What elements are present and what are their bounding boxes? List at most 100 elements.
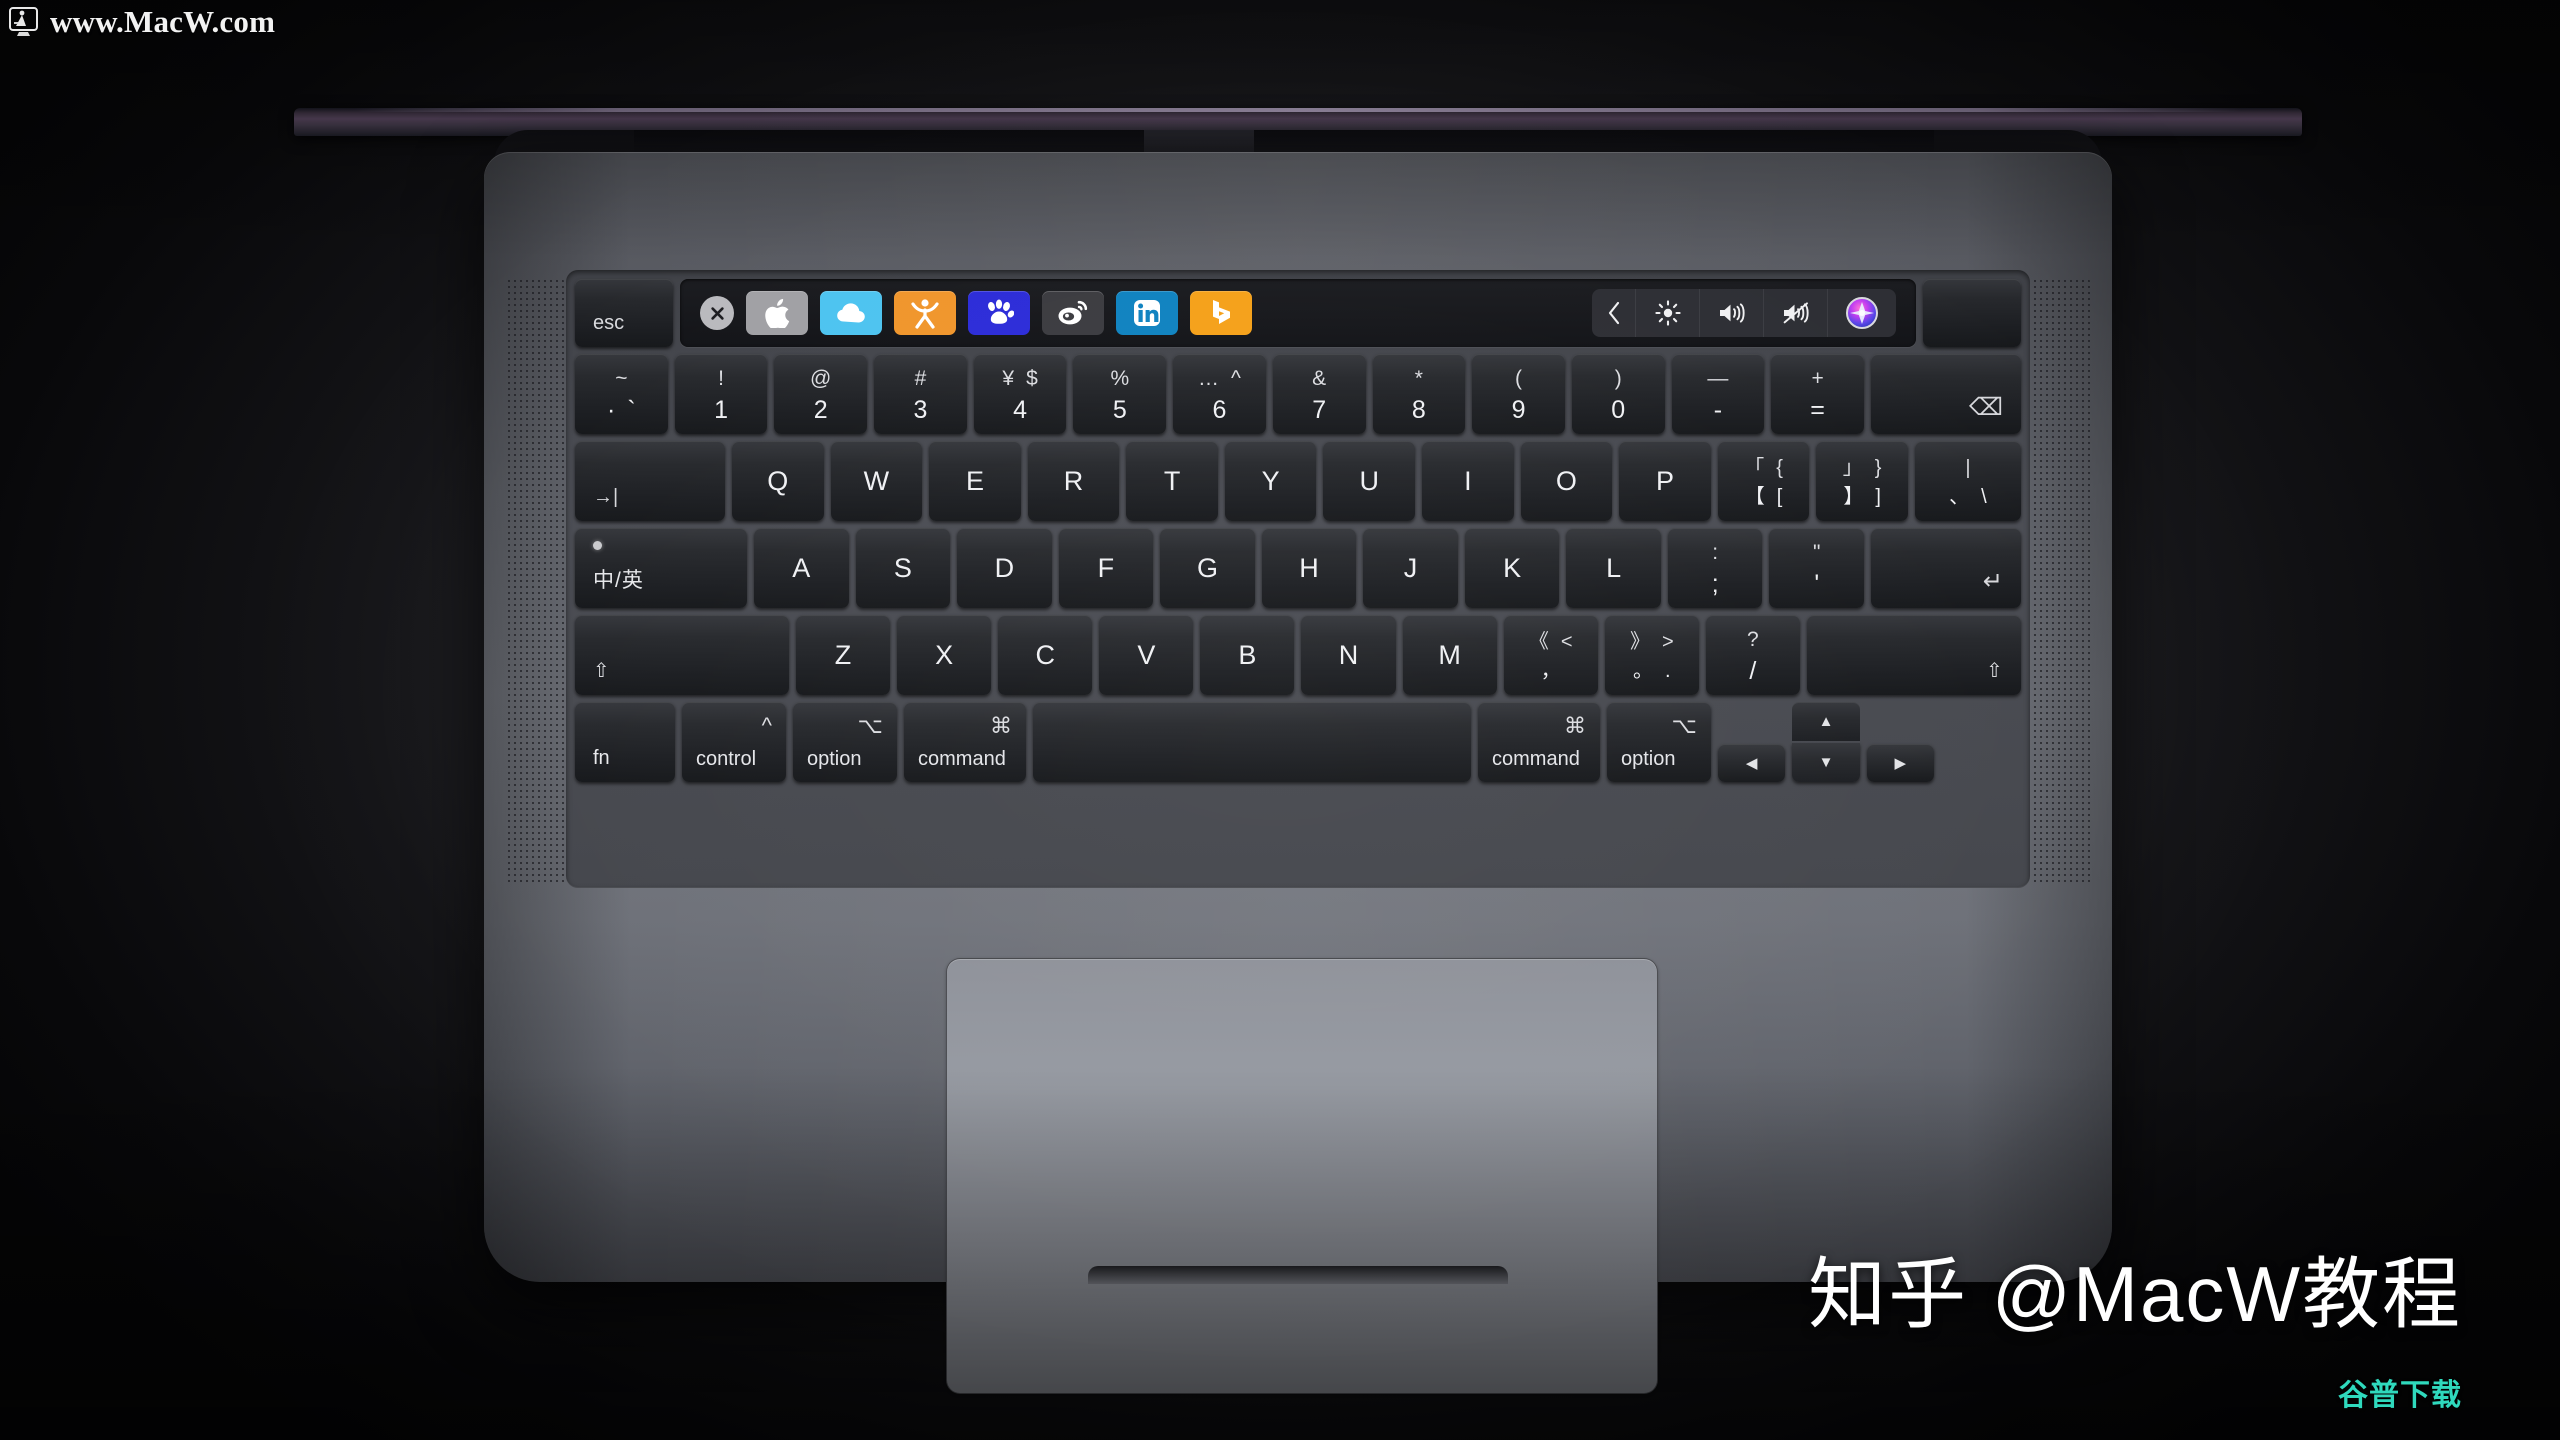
key-l[interactable]: L bbox=[1566, 528, 1661, 608]
key-v[interactable]: V bbox=[1099, 615, 1194, 695]
key-4[interactable]: ¥ $ 4 bbox=[973, 354, 1067, 434]
key-slash-shift: ? bbox=[1747, 627, 1759, 651]
speaker-grille-left bbox=[506, 278, 564, 886]
home-row: 中/英 A S D F G H J K L : ; " ' ↵ bbox=[575, 528, 2022, 608]
weibo-icon bbox=[1058, 300, 1088, 325]
key-q[interactable]: Q bbox=[732, 441, 824, 521]
number-row: ~ · ` ! 1 @ 2 # 3 ¥ $ 4 % 5 … ^ 6 & 7 * … bbox=[575, 354, 2021, 434]
key-8-shift: * bbox=[1414, 366, 1423, 390]
key-r[interactable]: R bbox=[1027, 441, 1120, 521]
key-command-left-label: command bbox=[918, 748, 1006, 770]
key-shift-right[interactable]: ⇧ bbox=[1806, 615, 2021, 695]
key-caps-lock[interactable]: 中/英 bbox=[575, 528, 747, 608]
touchbar-app-linkedin[interactable] bbox=[1116, 291, 1178, 335]
key-return[interactable]: ↵ bbox=[1871, 528, 2022, 608]
key-2-shift: @ bbox=[810, 366, 832, 390]
key-b[interactable]: B bbox=[1200, 615, 1295, 695]
touchbar-app-cloud[interactable] bbox=[820, 291, 882, 335]
shift-row: ⇧ Z X C V B N M 《 < ， 》 > 。. ? / ⇧ bbox=[575, 615, 2021, 695]
key-arrow-right[interactable]: ▶ bbox=[1866, 744, 1934, 782]
key-e[interactable]: E bbox=[929, 441, 1021, 521]
key-s[interactable]: S bbox=[855, 528, 951, 608]
key-bracket-left[interactable]: 「 { 【 [ bbox=[1717, 441, 1810, 521]
key-minus[interactable]: — - bbox=[1671, 354, 1765, 434]
key-arrow-down[interactable]: ▼ bbox=[1792, 743, 1860, 782]
key-t[interactable]: T bbox=[1126, 441, 1218, 521]
key-5[interactable]: % 5 bbox=[1073, 354, 1167, 434]
key-bracket-right[interactable]: 」} 】] bbox=[1816, 441, 1908, 521]
key-equal[interactable]: + = bbox=[1771, 354, 1864, 434]
key-backslash[interactable]: | 、 \ bbox=[1914, 441, 2021, 521]
touchbar-app-bing[interactable] bbox=[1190, 291, 1252, 335]
key-f[interactable]: F bbox=[1058, 528, 1154, 608]
touchbar-volume-up-button[interactable] bbox=[1700, 289, 1764, 337]
key-backtick[interactable]: ~ · ` bbox=[575, 354, 668, 434]
key-a[interactable]: A bbox=[754, 528, 849, 608]
key-8[interactable]: * 8 bbox=[1372, 354, 1466, 434]
key-touchid-power[interactable] bbox=[1923, 279, 2021, 347]
key-k[interactable]: K bbox=[1464, 528, 1560, 608]
key-w[interactable]: W bbox=[830, 441, 923, 521]
touchbar-siri-button[interactable] bbox=[1828, 289, 1896, 337]
touchbar-mute-button[interactable] bbox=[1764, 289, 1828, 337]
key-x[interactable]: X bbox=[897, 615, 992, 695]
key-arrow-up[interactable]: ▲ bbox=[1792, 702, 1860, 741]
key-c[interactable]: C bbox=[998, 615, 1093, 695]
key-slash[interactable]: ? / bbox=[1705, 615, 1800, 695]
key-g[interactable]: G bbox=[1160, 528, 1255, 608]
key-command-right[interactable]: ⌘ command bbox=[1478, 702, 1600, 782]
key-h[interactable]: H bbox=[1261, 528, 1357, 608]
key-6[interactable]: … ^ 6 bbox=[1173, 354, 1266, 434]
key-o[interactable]: O bbox=[1520, 441, 1613, 521]
key-6-shift2: ^ bbox=[1231, 366, 1241, 390]
key-option-left[interactable]: ⌥ option bbox=[793, 702, 897, 782]
key-i[interactable]: I bbox=[1422, 441, 1514, 521]
key-7[interactable]: & 7 bbox=[1272, 354, 1366, 434]
touchbar-app-apple[interactable] bbox=[746, 291, 808, 335]
key-n[interactable]: N bbox=[1301, 615, 1396, 695]
key-semicolon-base: ; bbox=[1711, 569, 1719, 598]
key-p[interactable]: P bbox=[1619, 441, 1711, 521]
touch-bar[interactable] bbox=[680, 279, 1916, 347]
key-j[interactable]: J bbox=[1363, 528, 1458, 608]
touchbar-brightness-button[interactable] bbox=[1636, 289, 1700, 337]
key-shift-left[interactable]: ⇧ bbox=[575, 615, 789, 695]
key-2[interactable]: @ 2 bbox=[774, 354, 868, 434]
key-3[interactable]: # 3 bbox=[874, 354, 967, 434]
key-tab[interactable]: →| bbox=[575, 441, 725, 521]
key-semicolon[interactable]: : ; bbox=[1667, 528, 1763, 608]
key-esc[interactable]: esc bbox=[575, 279, 673, 347]
key-9[interactable]: ( 9 bbox=[1472, 354, 1565, 434]
key-z[interactable]: Z bbox=[796, 615, 891, 695]
key-control[interactable]: ^ control bbox=[682, 702, 786, 782]
key-caps-lock-label: 中/英 bbox=[593, 569, 644, 592]
key-0-base: 0 bbox=[1611, 395, 1626, 424]
key-backslash-shift: | bbox=[1965, 456, 1971, 479]
key-u[interactable]: U bbox=[1323, 441, 1416, 521]
key-semicolon-shift: : bbox=[1712, 540, 1719, 564]
touchbar-app-baidu[interactable] bbox=[968, 291, 1030, 335]
key-0[interactable]: ) 0 bbox=[1571, 354, 1665, 434]
key-1[interactable]: ! 1 bbox=[674, 354, 768, 434]
key-d[interactable]: D bbox=[957, 528, 1052, 608]
key-m[interactable]: M bbox=[1402, 615, 1497, 695]
close-icon bbox=[710, 306, 724, 320]
key-comma[interactable]: 《 < ， bbox=[1503, 615, 1598, 695]
key-quote[interactable]: " ' bbox=[1769, 528, 1865, 608]
touchbar-app-weibo[interactable] bbox=[1042, 291, 1104, 335]
key-y[interactable]: Y bbox=[1224, 441, 1317, 521]
key-option-right[interactable]: ⌥ option bbox=[1607, 702, 1711, 782]
key-space[interactable] bbox=[1033, 702, 1471, 782]
modifier-row: fn ^ control ⌥ option ⌘ command ⌘ comman… bbox=[575, 702, 2021, 782]
delete-icon: ⌫ bbox=[1969, 394, 2003, 421]
key-command-left[interactable]: ⌘ command bbox=[904, 702, 1026, 782]
key-delete[interactable]: ⌫ bbox=[1870, 354, 2021, 434]
trackpad[interactable] bbox=[946, 958, 1658, 1394]
key-period[interactable]: 》 > 。. bbox=[1604, 615, 1699, 695]
touchbar-expand-button[interactable] bbox=[1592, 289, 1636, 337]
touchbar-close-button[interactable] bbox=[700, 296, 734, 330]
key-minus-shift: — bbox=[1707, 366, 1729, 390]
key-fn[interactable]: fn bbox=[575, 702, 675, 782]
touchbar-app-person[interactable] bbox=[894, 291, 956, 335]
key-arrow-left[interactable]: ◀ bbox=[1718, 744, 1786, 782]
